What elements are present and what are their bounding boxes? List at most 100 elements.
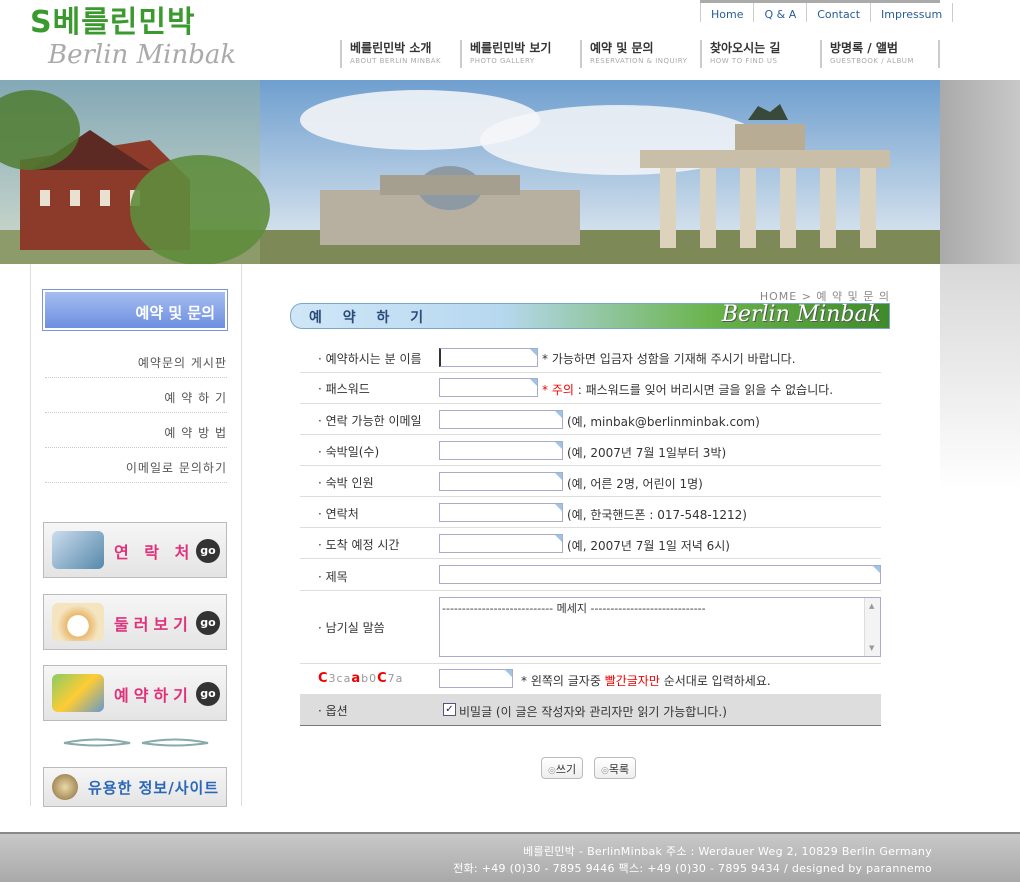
people-note: (예, 어른 2명, 어린이 1명) [567, 477, 703, 491]
reserve-button[interactable]: 예약하기 go [43, 665, 227, 721]
row-captcha: C3caab0C7a * 왼쪽의 글자중 빨간글자만 순서대로 입력하세요. [300, 664, 881, 694]
nav-about-label: 베를린민박 소개 [350, 41, 432, 55]
phone-note: (예, 한국핸드폰 : 017-548-1212) [567, 508, 747, 522]
header-banner-photo [0, 80, 1020, 264]
nav-about-sub: ABOUT BERLIN MINBAK [350, 57, 442, 65]
nav-about[interactable]: 베를린민박 소개 ABOUT BERLIN MINBAK [340, 40, 460, 68]
row-arrival: · 도착 예정 시간 (예, 2007년 7월 1일 저녁 6시) [300, 528, 881, 559]
sidebar-item-board[interactable]: 예약문의 게시판 [45, 344, 227, 378]
people-input[interactable] [439, 472, 563, 491]
row-email: · 연락 가능한 이메일 (예, minbak@berlinminbak.com… [300, 404, 881, 435]
link-home[interactable]: Home [700, 3, 753, 22]
telephone-icon [52, 531, 104, 569]
nav-reservation-sub: RESERVATION & INQUIRY [590, 57, 688, 65]
list-label: 목록 [608, 763, 630, 776]
go-icon: go [196, 539, 220, 563]
contact-button[interactable]: 연 락 처 go [43, 522, 227, 578]
nav-reservation-label: 예약 및 문의 [590, 41, 654, 55]
row-password: · 패스워드 * 주의 : 패스워드를 잊어 버리시면 글을 읽을 수 없습니다… [300, 373, 881, 404]
page-title-bar: 예 약 하 기 Berlin Minbak [290, 302, 890, 329]
name-input[interactable] [439, 348, 538, 367]
phone-input[interactable] [439, 503, 563, 522]
nav-gallery-label: 베를린민박 보기 [470, 41, 552, 55]
subject-label: · 제목 [318, 570, 348, 584]
nav-directions-label: 찾아오시는 길 [710, 41, 781, 55]
subject-input[interactable] [439, 565, 881, 584]
scroll-down-icon[interactable]: ▼ [869, 644, 874, 652]
books-icon [52, 674, 104, 712]
main-nav: 베를린민박 소개 ABOUT BERLIN MINBAK 베를린민박 보기 PHOT… [340, 40, 940, 68]
logo-english: Berlin Minbak [48, 40, 237, 70]
message-scrollbar[interactable]: ▲ ▼ [864, 598, 880, 656]
message-textarea[interactable]: ---------------------------- 메세지 -------… [439, 597, 881, 657]
nav-reservation[interactable]: 예약 및 문의 RESERVATION & INQUIRY [580, 40, 700, 68]
link-qa[interactable]: Q & A [753, 3, 806, 22]
site-logo[interactable]: S베를린민박 Berlin Minbak [30, 6, 250, 74]
sidebar-item-method[interactable]: 예 약 방 법 [45, 414, 227, 448]
date-input[interactable] [439, 441, 563, 460]
browse-button[interactable]: 둘러보기 go [43, 594, 227, 650]
top-links: Home Q & A Contact Impressum [700, 0, 954, 22]
bullet-icon: ◎ [601, 766, 609, 776]
email-input[interactable] [439, 410, 563, 429]
write-button[interactable]: ◎쓰기 [541, 757, 584, 779]
nav-directions[interactable]: 찾아오시는 길 HOW TO FIND US [700, 40, 820, 68]
page-title: 예 약 하 기 [309, 310, 432, 326]
row-option: · 옵션 ✓ 비밀글 (이 글은 작성자와 관리자만 읽기 가능합니다.) [300, 694, 881, 726]
reserve-label: 예약하기 [114, 686, 193, 705]
bullet-icon: ◎ [548, 766, 556, 776]
name-note: * 가능하면 입금자 성함을 기재해 주시기 바랍니다. [542, 352, 796, 366]
go-icon: go [196, 682, 220, 706]
write-label: 쓰기 [555, 763, 577, 776]
sidebar-item-reserve[interactable]: 예 약 하 기 [45, 379, 227, 413]
captcha-note: * 왼쪽의 글자중 빨간글자만 순서대로 입력하세요. [521, 672, 771, 689]
nav-guestbook-label: 방명록 / 앨범 [830, 41, 898, 55]
message-text: ---------------------------- 메세지 -------… [442, 602, 706, 615]
captcha-note-red: 빨간글자만 [604, 674, 660, 688]
useful-links-label: 유용한 정보/사이트 [88, 779, 220, 797]
link-contact[interactable]: Contact [806, 3, 870, 22]
password-note-warn: 주의 [551, 383, 574, 397]
row-name: · 예약하시는 분 이름 * 가능하면 입금자 성함을 기재해 주시기 바랍니다… [300, 343, 881, 373]
arrival-input[interactable] [439, 534, 563, 553]
ornament-divider [63, 738, 209, 747]
nav-guestbook[interactable]: 방명록 / 앨범 GUESTBOOK / ALBUM [820, 40, 940, 68]
footer-contact: 전화: +49 (0)30 - 7895 9446 팩스: +49 (0)30 … [453, 862, 932, 875]
row-date: · 숙박일(수) (예, 2007년 7월 1일부터 3박) [300, 435, 881, 466]
logo-korean: S베를린민박 [30, 5, 196, 40]
title-brand: Berlin Minbak [721, 302, 881, 327]
captcha-input[interactable] [439, 669, 513, 688]
password-note: * 주의 : 패스워드를 잊어 버리시면 글을 읽을 수 없습니다. [542, 381, 833, 398]
secret-checkbox[interactable]: ✓ [443, 703, 456, 716]
nav-directions-sub: HOW TO FIND US [710, 57, 778, 65]
scroll-up-icon[interactable]: ▲ [869, 602, 874, 610]
row-people: · 숙박 인원 (예, 어른 2명, 어린이 1명) [300, 466, 881, 497]
header: S베를린민박 Berlin Minbak Home Q & A Contact … [0, 0, 1020, 80]
nav-gallery[interactable]: 베를린민박 보기 PHOTO GALLERY [460, 40, 580, 68]
row-phone: · 연락처 (예, 한국핸드폰 : 017-548-1212) [300, 497, 881, 528]
phone-label: · 연락처 [318, 507, 359, 521]
date-label: · 숙박일(수) [318, 445, 380, 459]
browse-label: 둘러보기 [114, 615, 193, 634]
captcha-note-a: * 왼쪽의 글자중 [521, 674, 605, 688]
sidebar-item-email[interactable]: 이메일로 문의하기 [45, 449, 227, 483]
coffee-cup-icon [52, 603, 104, 641]
footer: 베를린민박 - BerlinMinbak 주소 : Werdauer Weg 2… [0, 832, 1020, 882]
arrival-note: (예, 2007년 7월 1일 저녁 6시) [567, 539, 730, 553]
option-text: 비밀글 (이 글은 작성자와 관리자만 읽기 가능합니다.) [459, 705, 727, 719]
right-shade [940, 264, 1020, 832]
nav-gallery-sub: PHOTO GALLERY [470, 57, 535, 65]
password-input[interactable] [439, 378, 538, 397]
sidebar-title: 예약 및 문의 [42, 289, 228, 331]
list-button[interactable]: ◎목록 [594, 757, 637, 779]
useful-links-button[interactable]: 유용한 정보/사이트 [43, 767, 227, 807]
link-impressum[interactable]: Impressum [870, 3, 954, 22]
go-icon: go [196, 611, 220, 635]
option-label: · 옵션 [318, 704, 348, 718]
arrival-label: · 도착 예정 시간 [318, 538, 400, 552]
berlin-landmarks-illustration [0, 80, 940, 264]
email-note: (예, minbak@berlinminbak.com) [567, 415, 760, 429]
password-note-rest: : 패스워드를 잊어 버리시면 글을 읽을 수 없습니다. [573, 383, 834, 397]
captcha-note-b: 순서대로 입력하세요. [659, 674, 771, 688]
email-label: · 연락 가능한 이메일 [318, 414, 422, 428]
